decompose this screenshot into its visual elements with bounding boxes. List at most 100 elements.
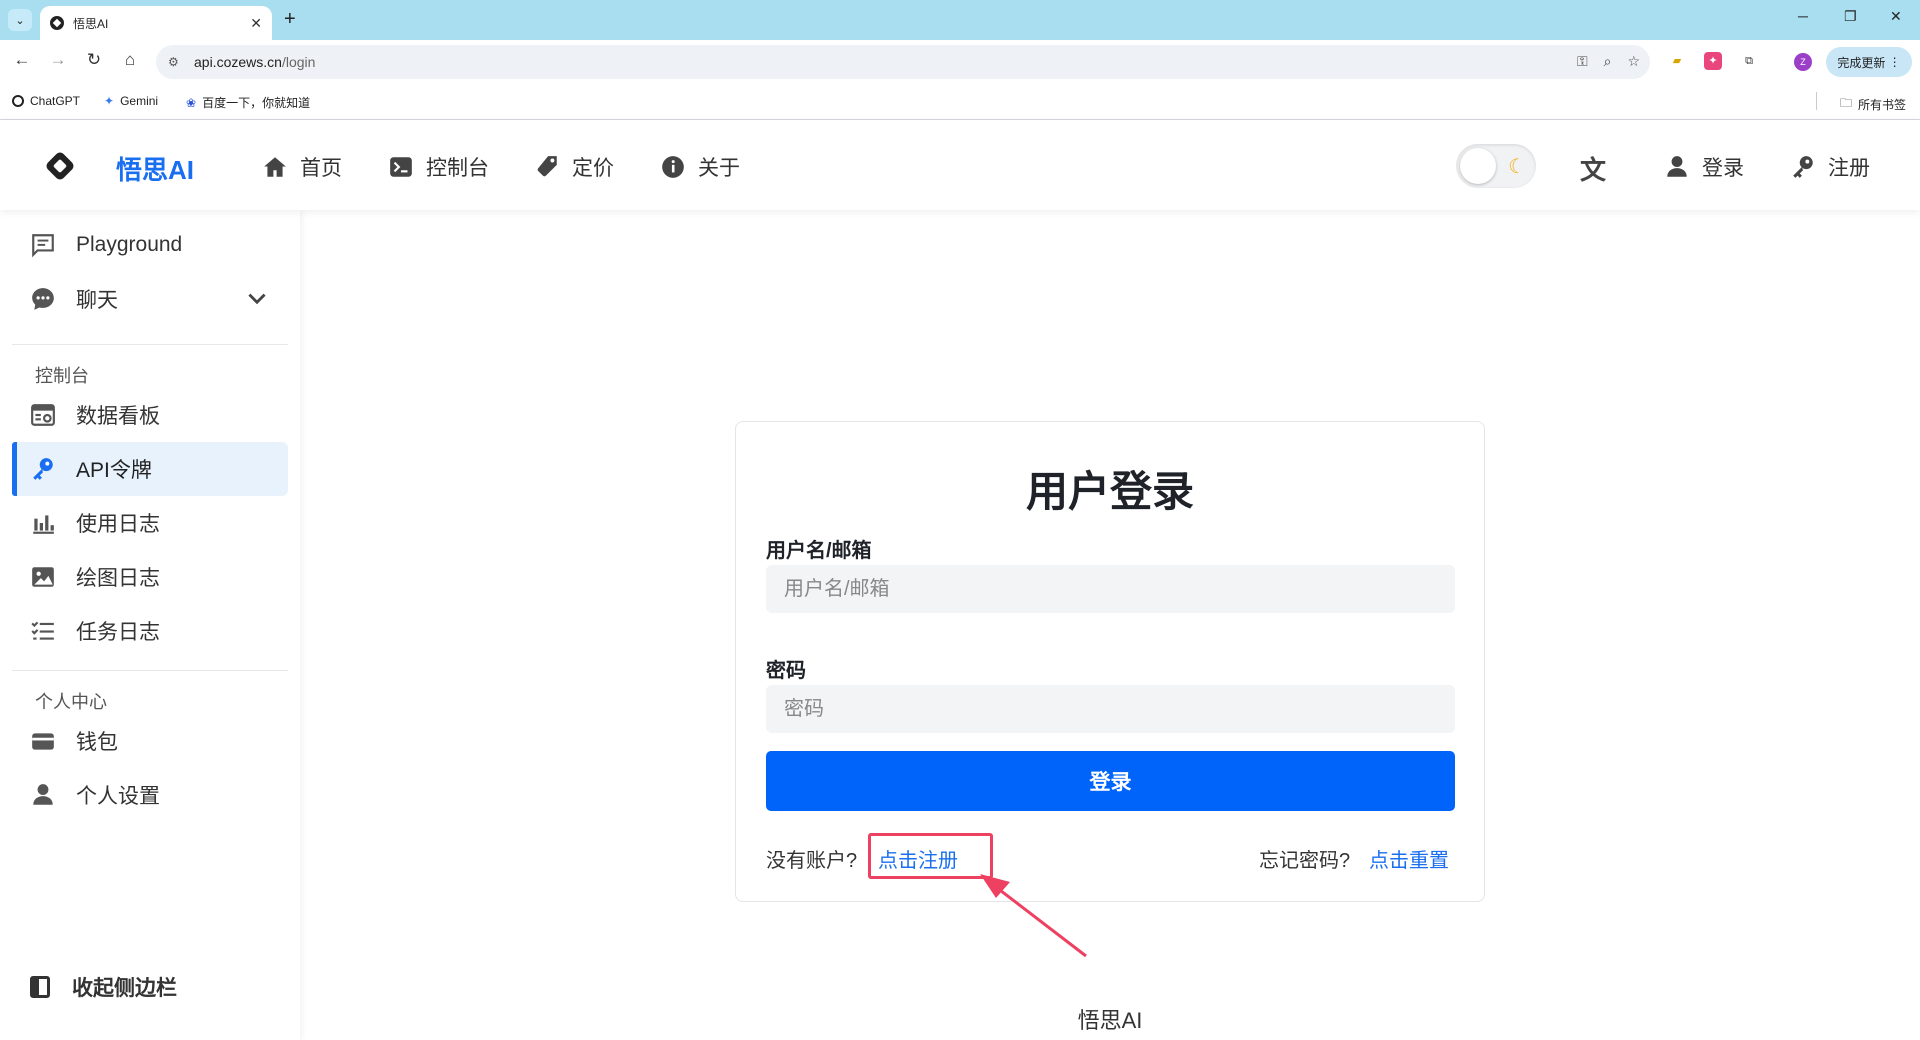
minimize-icon[interactable]: ─ xyxy=(1798,8,1808,24)
baidu-paw-icon: ❀ xyxy=(186,95,197,110)
sidebar-collapse-icon xyxy=(30,976,50,998)
reset-password-link[interactable]: 点击重置 xyxy=(1369,844,1449,873)
nav-about[interactable]: 关于 xyxy=(660,152,740,182)
sidebar-item-drawing-logs[interactable]: 绘图日志 xyxy=(12,550,288,604)
no-account-text: 没有账户? xyxy=(766,850,858,872)
profile-avatar[interactable]: Z xyxy=(1794,53,1812,71)
browser-tab[interactable]: 悟思AI ✕ xyxy=(40,6,272,40)
close-window-icon[interactable]: ✕ xyxy=(1890,8,1902,25)
bookmark-label: ChatGPT xyxy=(30,94,81,108)
update-button-label: 完成更新 xyxy=(1837,55,1886,70)
extension-1-icon[interactable]: ▰ xyxy=(1668,52,1686,70)
sidebar-item-api-tokens[interactable]: API令牌 xyxy=(12,442,288,496)
nav-console[interactable]: 控制台 xyxy=(388,152,489,182)
task-list-icon xyxy=(31,621,54,640)
site-info-icon[interactable]: ⚙ xyxy=(168,55,184,69)
terminal-icon xyxy=(390,157,412,177)
sidebar-item-task-logs[interactable]: 任务日志 xyxy=(12,604,288,658)
user-icon xyxy=(1667,156,1687,177)
key-icon xyxy=(1793,156,1813,178)
sidebar-item-label: API令牌 xyxy=(76,459,152,482)
sidebar-divider xyxy=(12,670,288,671)
sidebar-section-personal: 个人中心 xyxy=(35,692,107,712)
forward-icon[interactable]: → xyxy=(46,50,70,70)
nav-pricing-label: 定价 xyxy=(572,157,614,180)
bookmark-label: Gemini xyxy=(120,94,159,108)
reload-icon[interactable]: ↻ xyxy=(82,50,106,70)
nav-pricing[interactable]: 定价 xyxy=(534,152,614,182)
sidebar-item-wallet[interactable]: 钱包 xyxy=(12,714,288,768)
chatgpt-icon xyxy=(12,95,24,107)
theme-toggle[interactable]: ☾ xyxy=(1456,144,1536,188)
password-key-icon[interactable]: ⚿ xyxy=(1577,53,1588,70)
nav-about-label: 关于 xyxy=(698,157,740,180)
extensions-puzzle-icon[interactable]: ⧉ xyxy=(1740,52,1758,70)
header-register[interactable]: 注册 xyxy=(1790,152,1870,182)
wallet-icon xyxy=(32,733,54,750)
sidebar-item-label: 钱包 xyxy=(76,731,118,754)
dashboard-icon xyxy=(31,404,55,426)
sidebar-item-settings[interactable]: 个人设置 xyxy=(12,768,288,822)
all-bookmarks-button[interactable]: 🗀 所有书签 xyxy=(1840,94,1906,115)
sidebar-item-label: Playground xyxy=(76,233,183,256)
new-tab-icon[interactable]: + xyxy=(284,8,296,31)
sidebar-item-label: 数据看板 xyxy=(76,405,160,428)
app-header: 悟思AI 首页 控制台 定价 关于 ☾ 文 登录 注册 xyxy=(0,120,1920,210)
sidebar-item-dashboard[interactable]: 数据看板 xyxy=(12,388,288,442)
brand-name[interactable]: 悟思AI xyxy=(116,150,194,187)
sidebar-section-console: 控制台 xyxy=(35,366,89,386)
sidebar-item-chat[interactable]: 聊天 xyxy=(12,272,288,326)
main-content: 用户登录 用户名/邮箱 密码 登录 没有账户? 点击注册 忘记密码? 点击重置 … xyxy=(300,210,1920,1040)
close-tab-icon[interactable]: ✕ xyxy=(250,15,262,32)
bookmark-star-icon[interactable]: ☆ xyxy=(1627,53,1640,70)
tab-search-icon[interactable]: ⌄ xyxy=(8,9,32,31)
bookmark-baidu[interactable]: ❀ 百度一下，你就知道 xyxy=(186,94,310,111)
login-card: 用户登录 用户名/邮箱 密码 登录 没有账户? 点击注册 忘记密码? 点击重置 xyxy=(735,421,1485,902)
collapse-sidebar-label: 收起侧边栏 xyxy=(72,977,177,1000)
url-input[interactable]: ⚙ api.cozews.cn/login ⚿ ⌕ ☆ xyxy=(156,45,1650,79)
username-input[interactable] xyxy=(766,565,1455,613)
sidebar-item-playground[interactable]: Playground xyxy=(12,218,288,272)
url-path: /login xyxy=(281,54,316,70)
browser-tab-bar: ⌄ 悟思AI ✕ + ─ ❐ ✕ xyxy=(0,0,1920,40)
bookmark-label: 百度一下，你就知道 xyxy=(202,96,311,110)
bookmarks-bar: ChatGPT ✦ Gemini ❀ 百度一下，你就知道 🗀 所有书签 xyxy=(0,84,1920,120)
collapse-sidebar-button[interactable]: 收起侧边栏 xyxy=(30,972,177,1002)
update-button[interactable]: 完成更新 ⋮ xyxy=(1826,47,1912,77)
sidebar-divider xyxy=(12,344,288,345)
back-icon[interactable]: ← xyxy=(10,50,34,70)
language-translate-icon[interactable]: 文 xyxy=(1580,150,1606,187)
login-submit-button[interactable]: 登录 xyxy=(766,751,1455,811)
site-favicon-icon xyxy=(50,16,64,30)
chevron-down-icon[interactable] xyxy=(244,286,270,312)
nav-console-label: 控制台 xyxy=(426,157,489,180)
zoom-icon[interactable]: ⌕ xyxy=(1604,53,1612,70)
chat-bubble-icon xyxy=(32,288,54,310)
extension-2-icon[interactable]: ✦ xyxy=(1704,52,1722,70)
sidebar-item-label: 个人设置 xyxy=(76,785,160,808)
logo-icon[interactable] xyxy=(44,150,76,182)
forgot-password-text: 忘记密码? xyxy=(1259,850,1351,872)
home-browser-icon[interactable]: ⌂ xyxy=(118,50,142,70)
user-icon xyxy=(33,784,53,805)
password-input[interactable] xyxy=(766,685,1455,733)
sidebar-item-label: 任务日志 xyxy=(76,621,160,644)
annotation-arrow xyxy=(980,874,1087,958)
bookmark-gemini[interactable]: ✦ Gemini xyxy=(104,94,158,108)
nav-home-label: 首页 xyxy=(300,157,342,180)
sidebar-item-usage-logs[interactable]: 使用日志 xyxy=(12,496,288,550)
restore-icon[interactable]: ❐ xyxy=(1844,8,1857,25)
bookmark-chatgpt[interactable]: ChatGPT xyxy=(12,94,80,108)
url-domain: api.cozews.cn xyxy=(194,54,282,70)
sidebar-item-label: 绘图日志 xyxy=(76,567,160,590)
header-login[interactable]: 登录 xyxy=(1664,152,1744,182)
info-icon xyxy=(662,156,684,178)
nav-home[interactable]: 首页 xyxy=(262,152,342,182)
register-link-highlight xyxy=(868,833,993,879)
moon-icon: ☾ xyxy=(1508,156,1526,178)
gemini-icon: ✦ xyxy=(104,94,115,108)
bookmark-separator xyxy=(1816,92,1817,110)
image-icon xyxy=(32,567,54,587)
message-square-icon xyxy=(32,234,54,258)
price-tag-icon xyxy=(537,156,557,177)
